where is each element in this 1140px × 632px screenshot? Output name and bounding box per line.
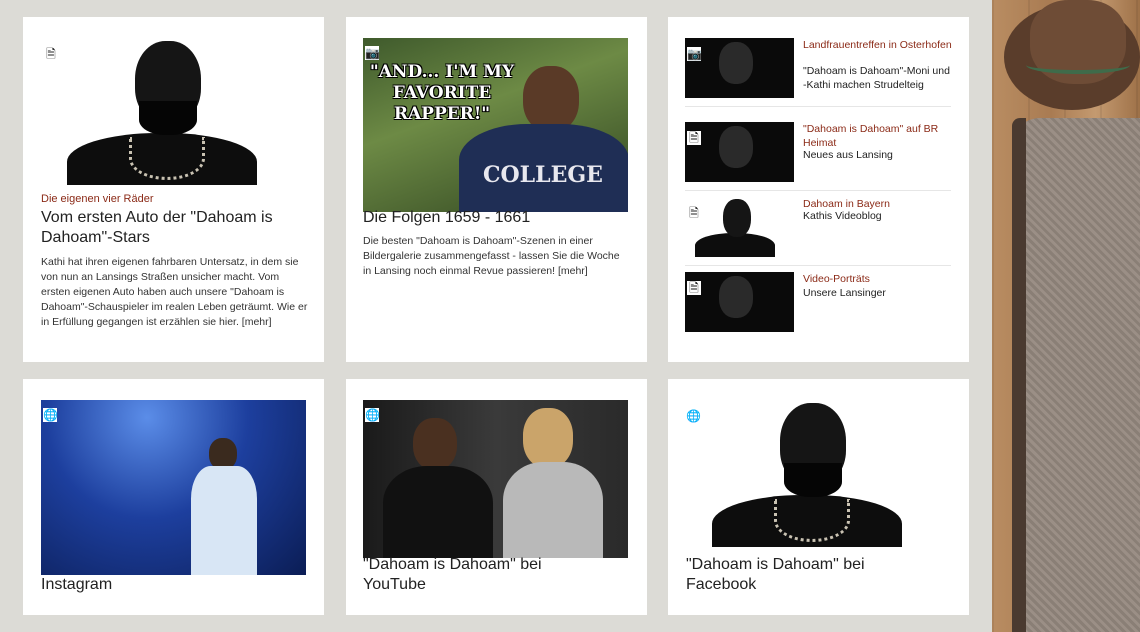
teaser-title[interactable]: Vom ersten Auto der "Dahoam is Dahoam"-S… — [41, 208, 311, 248]
image-hoodie-text: COLLEGE — [483, 162, 603, 188]
teaser-kicker: Die eigenen vier Räder — [41, 193, 154, 205]
teaser-card-instagram[interactable]: 🌐 Instagram — [23, 379, 324, 615]
teaser-text: Die besten "Dahoam is Dahoam"-Szenen in … — [363, 235, 620, 277]
portrait-beard — [784, 463, 842, 497]
list-item-kicker[interactable]: Landfrauentreffen in Osterhofen — [803, 38, 953, 52]
list-item[interactable]: 🗎 "Dahoam is Dahoam" auf BR Heimat Neues… — [685, 122, 951, 184]
document-icon: 🗎 — [687, 131, 701, 145]
portrait-chain — [129, 137, 205, 180]
teaser-title[interactable]: Instagram — [41, 575, 311, 595]
list-item-desc: Kathis Videoblog — [803, 210, 882, 222]
list-item-thumbnail[interactable]: 📷 — [685, 38, 794, 98]
image-figure-head-right — [523, 408, 573, 468]
teaser-title[interactable]: Die Folgen 1659 - 1661 — [363, 208, 633, 228]
list-item-thumbnail[interactable]: 🗎 — [685, 272, 794, 332]
teaser-card-facebook[interactable]: 🌐 "Dahoam is Dahoam" bei Facebook — [668, 379, 969, 615]
list-item-desc: Neues aus Lansing — [803, 149, 893, 161]
document-icon: 🗎 — [46, 47, 56, 61]
list-item[interactable]: 📷 Landfrauentreffen in Osterhofen "Dahoa… — [685, 38, 953, 100]
document-icon: 🗎 — [687, 281, 701, 295]
list-item[interactable]: 🗎 Dahoam in Bayern Kathis Videoblog — [685, 197, 951, 259]
camera-icon: 📷 — [365, 46, 380, 60]
teaser-image-instagram[interactable]: 🌐 — [41, 400, 306, 575]
document-icon: 🗎 — [689, 206, 699, 220]
link-icon: 🌐 — [686, 409, 701, 423]
image-figure-body-left — [383, 466, 493, 558]
teaser-list-card: 📷 Landfrauentreffen in Osterhofen "Dahoa… — [668, 17, 969, 362]
list-item-kicker[interactable]: "Dahoam is Dahoam" auf BR Heimat — [803, 122, 953, 150]
list-item-thumbnail[interactable]: 🗎 — [685, 122, 794, 182]
list-divider — [685, 265, 951, 266]
teaser-card-youtube[interactable]: 🌐 "Dahoam is Dahoam" bei YouTube — [346, 379, 647, 615]
thumbnail-portrait — [719, 42, 753, 84]
teaser-title[interactable]: "Dahoam is Dahoam" bei YouTube — [363, 555, 593, 595]
list-divider — [685, 190, 951, 191]
thumbnail-portrait — [719, 126, 753, 168]
teaser-image-facebook[interactable] — [712, 399, 902, 547]
teaser-image-auto[interactable] — [67, 37, 257, 185]
list-item-desc: Unsere Lansinger — [803, 287, 886, 299]
list-divider — [685, 106, 951, 107]
list-item-kicker[interactable]: Video-Porträts — [803, 272, 953, 286]
portrait-beard — [139, 101, 197, 135]
jacket-decoration — [1012, 118, 1140, 632]
teaser-card-auto[interactable]: 🗎 Die eigenen vier Räder Vom ersten Auto… — [23, 17, 324, 362]
image-figure-head — [523, 66, 579, 132]
image-figure-dress-right — [503, 462, 603, 558]
link-icon: 🌐 — [43, 408, 58, 422]
hat-band-decoration — [1026, 56, 1130, 74]
image-meme-text: "AND... I'M MY FAVORITE RAPPER!" — [369, 62, 515, 124]
teaser-image-youtube[interactable]: 🌐 — [363, 400, 628, 558]
link-icon: 🌐 — [365, 408, 380, 422]
list-item[interactable]: 🗎 Video-Porträts Unsere Lansinger — [685, 272, 951, 334]
list-item-thumbnail[interactable]: 🗎 — [685, 197, 794, 257]
camera-icon: 📷 — [687, 47, 702, 61]
teaser-card-folgen[interactable]: COLLEGE "AND... I'M MY FAVORITE RAPPER!"… — [346, 17, 647, 362]
image-figure-body — [191, 466, 257, 575]
portrait-chain — [774, 499, 850, 542]
jacket-edge-decoration — [1012, 118, 1026, 632]
list-item-desc: "Dahoam is Dahoam"-Moni und -Kathi mache… — [803, 65, 950, 91]
thumbnail-portrait — [723, 199, 751, 237]
teaser-title[interactable]: "Dahoam is Dahoam" bei Facebook — [686, 555, 916, 595]
teaser-image-folgen[interactable]: COLLEGE "AND... I'M MY FAVORITE RAPPER!"… — [363, 38, 628, 212]
image-figure-head-left — [413, 418, 457, 470]
teaser-text: Kathi hat ihren eigenen fahrbaren Unters… — [41, 256, 308, 328]
thumbnail-portrait — [719, 276, 753, 318]
